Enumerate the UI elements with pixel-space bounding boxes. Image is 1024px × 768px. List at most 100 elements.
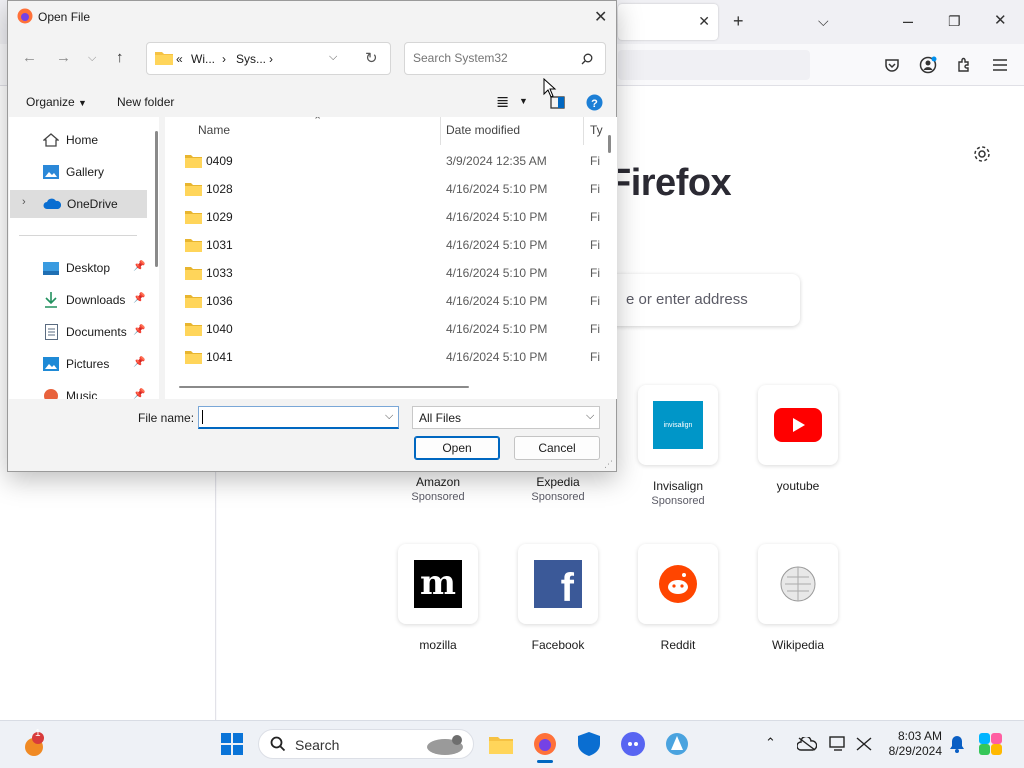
dropdown-caret-icon: ▼ — [78, 98, 87, 108]
newtab-search-box[interactable]: e or enter address — [600, 274, 800, 326]
view-options-icon[interactable]: ≣ — [496, 92, 509, 112]
address-bar[interactable]: « Wi... › Sys... › ⌵ ↻ — [146, 42, 391, 75]
extensions-icon[interactable] — [954, 55, 974, 75]
file-type: Fi — [590, 154, 600, 168]
url-bar[interactable] — [618, 50, 810, 80]
close-window-icon[interactable]: ✕ — [994, 10, 1007, 32]
vertical-scrollbar[interactable] — [608, 135, 611, 153]
open-button[interactable]: Open — [414, 436, 500, 460]
mouse-cursor-icon — [543, 78, 557, 98]
app-icon[interactable] — [664, 731, 690, 757]
nav-item-label: Gallery — [66, 165, 105, 179]
shortcut-mozilla[interactable]: m mozilla — [378, 544, 498, 652]
new-tab-icon[interactable]: + — [733, 10, 744, 32]
file-row[interactable]: 1041 4/16/2024 5:10 PM Fi — [165, 343, 605, 371]
resize-grip-icon[interactable]: ⋰ — [604, 459, 613, 470]
defender-icon[interactable] — [576, 731, 602, 757]
network-icon[interactable] — [851, 731, 877, 757]
file-type-select[interactable]: All Files ⌵ — [412, 406, 600, 429]
nav-item-label: Home — [66, 133, 99, 147]
refresh-icon[interactable]: ↻ — [365, 49, 378, 67]
recent-locations-icon[interactable]: ⌵ — [88, 52, 96, 65]
pin-icon[interactable]: 📌 — [133, 389, 145, 399]
nav-item-onedrive[interactable]: › OneDrive — [10, 190, 147, 218]
display-icon[interactable] — [825, 731, 851, 757]
invisalign-logo-text: invisalign — [663, 421, 693, 429]
nav-pane-scrollbar[interactable] — [155, 131, 158, 267]
nav-item-documents[interactable]: Documents 📌 — [9, 318, 147, 346]
file-row[interactable]: 1031 4/16/2024 5:10 PM Fi — [165, 231, 605, 259]
file-row[interactable]: 1040 4/16/2024 5:10 PM Fi — [165, 315, 605, 343]
shortcut-wikipedia[interactable]: Wikipedia — [738, 544, 858, 652]
account-icon[interactable] — [918, 55, 938, 75]
cancel-button[interactable]: Cancel — [514, 436, 600, 460]
file-row[interactable]: 1036 4/16/2024 5:10 PM Fi — [165, 287, 605, 315]
column-header-date[interactable]: Date modified — [446, 123, 520, 137]
column-header-type[interactable]: Ty — [590, 123, 603, 137]
start-icon[interactable] — [219, 731, 245, 757]
copilot-icon[interactable] — [978, 731, 1004, 757]
taskbar-search[interactable]: Search — [258, 729, 474, 759]
pocket-icon[interactable] — [882, 55, 902, 75]
shortcut-label: Invisalign — [652, 479, 704, 493]
organize-menu[interactable]: Organize ▼ — [26, 95, 87, 109]
shortcut-reddit[interactable]: Reddit — [618, 544, 738, 652]
pin-icon[interactable]: 📌 — [133, 325, 145, 336]
file-name: 1033 — [206, 266, 233, 280]
file-name-input[interactable]: ⌵ — [198, 406, 399, 429]
menu-icon[interactable] — [990, 55, 1010, 75]
breadcrumb-separator[interactable]: › — [222, 52, 226, 66]
column-divider[interactable] — [440, 117, 441, 145]
discord-icon[interactable] — [620, 731, 646, 757]
restore-icon[interactable]: ❐ — [948, 10, 961, 32]
file-row[interactable]: 1033 4/16/2024 5:10 PM Fi — [165, 259, 605, 287]
search-box[interactable] — [404, 42, 606, 75]
breadcrumb-windows[interactable]: Wi... — [191, 52, 215, 66]
address-dropdown-icon[interactable]: ⌵ — [329, 51, 337, 64]
help-icon[interactable]: ? — [586, 94, 603, 111]
horizontal-scrollbar[interactable] — [179, 386, 469, 388]
nav-item-pictures[interactable]: Pictures 📌 — [9, 350, 147, 378]
search-input[interactable] — [413, 51, 573, 65]
file-explorer-icon[interactable] — [488, 731, 514, 757]
nav-item-downloads[interactable]: Downloads 📌 — [9, 286, 147, 314]
column-header-name[interactable]: Name — [198, 123, 230, 137]
breadcrumb-overflow[interactable]: « — [176, 52, 183, 66]
file-row[interactable]: 1028 4/16/2024 5:10 PM Fi — [165, 175, 605, 203]
breadcrumb-system32[interactable]: Sys... — [236, 52, 266, 66]
new-folder-button[interactable]: New folder — [117, 95, 174, 109]
system-clock[interactable]: 8:03 AM 8/29/2024 — [878, 729, 942, 759]
forward-arrow-icon[interactable]: → — [56, 49, 71, 66]
pin-icon[interactable]: 📌 — [133, 357, 145, 368]
column-divider[interactable] — [583, 117, 584, 145]
browser-tab[interactable]: ✕ — [618, 4, 718, 40]
weather-widget-icon[interactable] — [20, 731, 48, 759]
file-row[interactable]: 0409 3/9/2024 12:35 AM Fi — [165, 147, 605, 175]
pin-icon[interactable]: 📌 — [133, 261, 145, 272]
settings-gear-icon[interactable] — [972, 144, 994, 166]
expand-chevron-icon[interactable]: › — [22, 196, 26, 208]
close-tab-icon[interactable]: ✕ — [698, 13, 710, 30]
up-arrow-icon[interactable]: ↑ — [116, 49, 124, 66]
folder-icon — [185, 295, 202, 308]
history-dropdown-icon[interactable]: ⌵ — [385, 410, 393, 423]
shortcut-invisalign[interactable]: invisalign Invisalign Sponsored — [618, 385, 738, 507]
dialog-close-icon[interactable]: ✕ — [594, 7, 607, 27]
cloud-offline-icon[interactable] — [794, 731, 820, 757]
pin-icon[interactable]: 📌 — [133, 293, 145, 304]
file-row[interactable]: 1029 4/16/2024 5:10 PM Fi — [165, 203, 605, 231]
show-hidden-icons-icon[interactable]: ⌃ — [765, 735, 776, 751]
view-dropdown-icon[interactable]: ▼ — [519, 96, 528, 106]
notification-bell-icon[interactable] — [944, 731, 970, 757]
shortcut-youtube[interactable]: youtube — [738, 385, 858, 493]
list-tabs-icon[interactable]: ⌵ — [818, 10, 829, 32]
firefox-taskbar-icon[interactable] — [532, 731, 558, 757]
back-arrow-icon[interactable]: ← — [22, 49, 37, 66]
minimize-icon[interactable]: – — [903, 10, 913, 32]
breadcrumb-separator[interactable]: › — [269, 52, 273, 66]
nav-item-music[interactable]: Music 📌 — [9, 382, 147, 399]
nav-item-gallery[interactable]: Gallery — [9, 158, 147, 186]
shortcut-facebook[interactable]: f Facebook — [498, 544, 618, 652]
nav-item-home[interactable]: Home — [9, 126, 147, 154]
nav-item-desktop[interactable]: Desktop 📌 — [9, 254, 147, 282]
